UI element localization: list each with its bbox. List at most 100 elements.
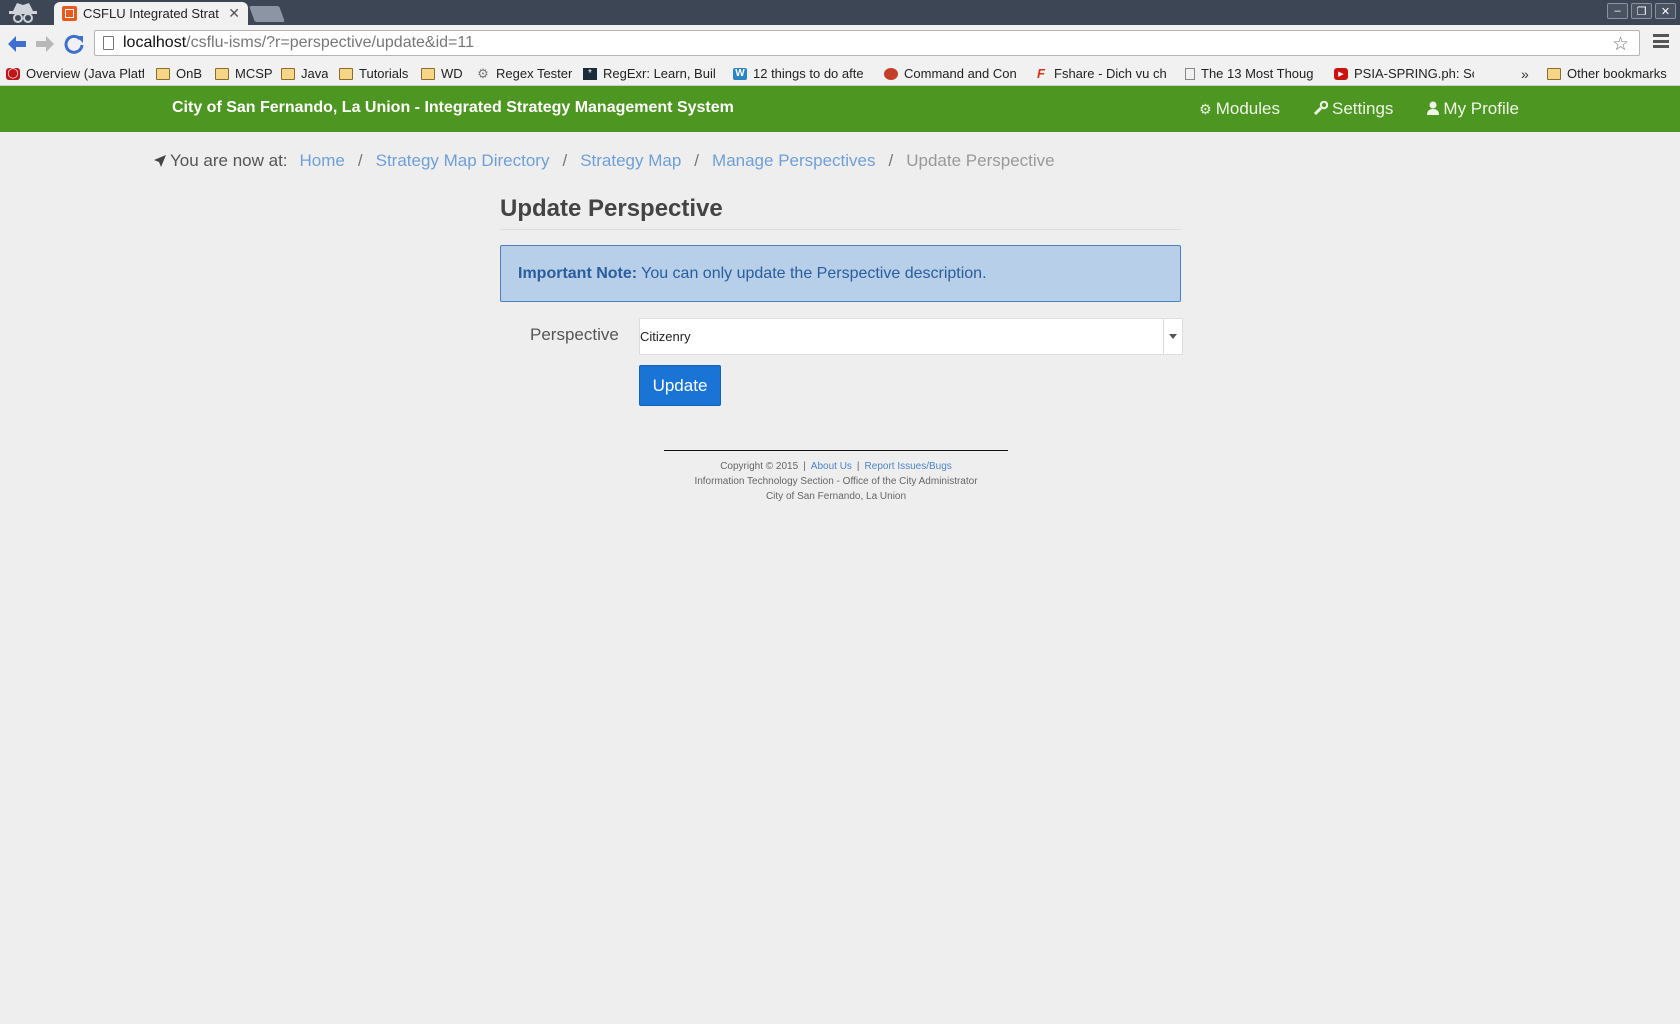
bookmark-label: Fshare - Dich vu ch xyxy=(1054,66,1167,81)
bookmark-label: PSIA-SPRING.ph: Sc xyxy=(1354,66,1474,81)
close-window-button[interactable]: ✕ xyxy=(1655,3,1676,19)
perspective-select[interactable]: Citizenry xyxy=(639,318,1183,355)
minimize-button[interactable]: – xyxy=(1607,3,1628,19)
page-icon xyxy=(1185,67,1195,80)
breadcrumb-separator: / xyxy=(694,151,700,170)
footer: Copyright © 2015 | About Us | Report Issues/… xyxy=(664,450,1008,504)
nav-my-profile[interactable]: My Profile xyxy=(1427,99,1519,119)
gear-icon: ⚙ xyxy=(477,65,489,81)
bookmark-star-icon[interactable]: ☆ xyxy=(1612,33,1629,56)
wordpress-icon: W xyxy=(733,67,747,80)
browser-toolbar: localhost/csflu-isms/?r=perspective/upda… xyxy=(0,25,1680,62)
tab-close-icon[interactable]: ✕ xyxy=(228,5,240,22)
nav-settings[interactable]: Settings xyxy=(1313,99,1393,119)
browser-tab[interactable]: CSFLU Integrated Strat ✕ xyxy=(54,2,248,25)
breadcrumb: You are now at: Home / Strategy Map Dire… xyxy=(154,151,1055,171)
oracle-icon: ◯ xyxy=(6,67,20,80)
bookmark-label: Command and Con xyxy=(904,66,1017,81)
bookmark-label: MCSP xyxy=(235,66,273,81)
breadcrumb-home[interactable]: Home xyxy=(300,151,345,171)
footer-separator: | xyxy=(803,461,806,472)
folder-icon xyxy=(339,67,353,80)
chevron-down-icon[interactable] xyxy=(1163,319,1182,354)
alert-text: You can only update the Perspective desc… xyxy=(641,264,987,282)
footer-line3: City of San Fernando, La Union xyxy=(765,491,907,502)
footer-copyright: Copyright © 2015 xyxy=(720,461,799,472)
url-path: /csflu-isms/?r=perspective/update&id=11 xyxy=(186,34,475,51)
bookmark-item[interactable]: ⚙ Regex Tester xyxy=(476,64,572,84)
url-host: localhost xyxy=(123,34,187,51)
bookmark-item[interactable]: Tutorials xyxy=(339,64,408,84)
bookmark-item[interactable]: MCSP xyxy=(215,64,273,84)
new-tab-button[interactable] xyxy=(249,6,285,22)
perspective-select-value: Citizenry xyxy=(640,329,691,344)
location-arrow-icon xyxy=(154,155,166,167)
update-button[interactable]: Update xyxy=(639,365,721,406)
footer-line2: Information Technology Section - Office … xyxy=(694,476,978,487)
bookmark-item[interactable]: F Fshare - Dich vu ch xyxy=(1034,64,1171,84)
folder-icon xyxy=(1547,67,1561,80)
nav-modules-label: Modules xyxy=(1215,99,1280,118)
folder-icon xyxy=(215,67,229,80)
chrome-menu-icon[interactable] xyxy=(1653,34,1669,48)
bookmark-label: Tutorials xyxy=(359,66,409,81)
bookmark-item[interactable]: ◯ Overview (Java Platf xyxy=(6,64,144,84)
breadcrumb-separator: / xyxy=(562,151,568,170)
regexr-icon: * xyxy=(583,67,597,80)
bookmark-item[interactable]: Command and Con xyxy=(884,64,1020,84)
bookmark-item[interactable]: W 12 things to do afte xyxy=(733,64,871,84)
breadcrumb-current: Update Perspective xyxy=(906,151,1055,170)
breadcrumb-strategy-map-directory[interactable]: Strategy Map Directory xyxy=(376,151,550,171)
bookmark-item[interactable]: Java xyxy=(281,64,328,84)
forward-arrow-icon[interactable] xyxy=(33,32,57,56)
app-navbar: City of San Fernando, La Union - Integra… xyxy=(0,86,1680,132)
breadcrumb-prefix: You are now at: xyxy=(170,151,288,170)
alert-strong: Important Note: xyxy=(518,264,638,282)
bookmark-label: WD xyxy=(441,66,463,81)
bookmark-item[interactable]: * RegExr: Learn, Buil xyxy=(583,64,723,84)
breadcrumb-separator: / xyxy=(357,151,363,170)
breadcrumb-separator: / xyxy=(888,151,894,170)
incognito-icon xyxy=(9,3,37,23)
footer-separator: | xyxy=(856,461,860,472)
breadcrumb-manage-perspectives[interactable]: Manage Perspectives xyxy=(712,151,875,171)
back-arrow-icon[interactable] xyxy=(5,32,29,56)
bookmarks-bar: ◯ Overview (Java Platf OnB MCSP Java Tut… xyxy=(0,62,1680,86)
folder-icon xyxy=(156,67,170,80)
bookmark-label: OnB xyxy=(176,66,203,81)
bookmark-label: Overview (Java Platf xyxy=(26,66,144,81)
other-bookmarks[interactable]: Other bookmarks xyxy=(1547,64,1667,84)
nav-my-profile-label: My Profile xyxy=(1443,99,1519,118)
perspective-label: Perspective xyxy=(530,325,619,344)
tab-title: CSFLU Integrated Strat xyxy=(83,6,219,21)
page-title: Update Perspective xyxy=(500,195,723,222)
bookmark-label: Other bookmarks xyxy=(1567,66,1667,81)
bookmark-item[interactable]: ▶ PSIA-SPRING.ph: Sc xyxy=(1334,64,1474,84)
user-icon xyxy=(1427,101,1440,118)
info-alert: Important Note: You can only update the … xyxy=(500,245,1181,302)
restore-button[interactable]: ❐ xyxy=(1631,3,1652,19)
bookmark-label: RegExr: Learn, Buil xyxy=(603,66,716,81)
app-brand[interactable]: City of San Fernando, La Union - Integra… xyxy=(172,99,734,117)
bookmark-item[interactable]: OnB xyxy=(156,64,202,84)
address-bar[interactable]: localhost/csflu-isms/?r=perspective/upda… xyxy=(94,30,1640,56)
bookmarks-overflow-button[interactable]: » xyxy=(1521,66,1529,82)
bookmark-item[interactable]: The 13 Most Thoug xyxy=(1185,64,1321,84)
cogs-icon: ⚙ xyxy=(1199,100,1212,117)
browser-titlebar: CSFLU Integrated Strat ✕ – ❐ ✕ xyxy=(0,0,1680,25)
youtube-icon: ▶ xyxy=(1334,67,1348,80)
bookmark-label: Regex Tester xyxy=(496,66,573,81)
nav-modules[interactable]: ⚙ Modules xyxy=(1199,99,1280,119)
breadcrumb-strategy-map[interactable]: Strategy Map xyxy=(580,151,681,171)
bookmark-item[interactable]: WD xyxy=(421,64,463,84)
bookmark-label: Java xyxy=(301,66,329,81)
reload-icon[interactable] xyxy=(62,32,86,56)
page-icon xyxy=(103,36,114,50)
folder-icon xyxy=(421,67,435,80)
bookmark-label: The 13 Most Thoug xyxy=(1201,66,1314,81)
page-header: Update Perspective xyxy=(500,195,1181,230)
footer-report-link[interactable]: Report Issues/Bugs xyxy=(865,461,952,472)
folder-icon xyxy=(281,67,295,80)
globe-icon xyxy=(884,67,898,80)
footer-about-link[interactable]: About Us xyxy=(811,461,852,472)
